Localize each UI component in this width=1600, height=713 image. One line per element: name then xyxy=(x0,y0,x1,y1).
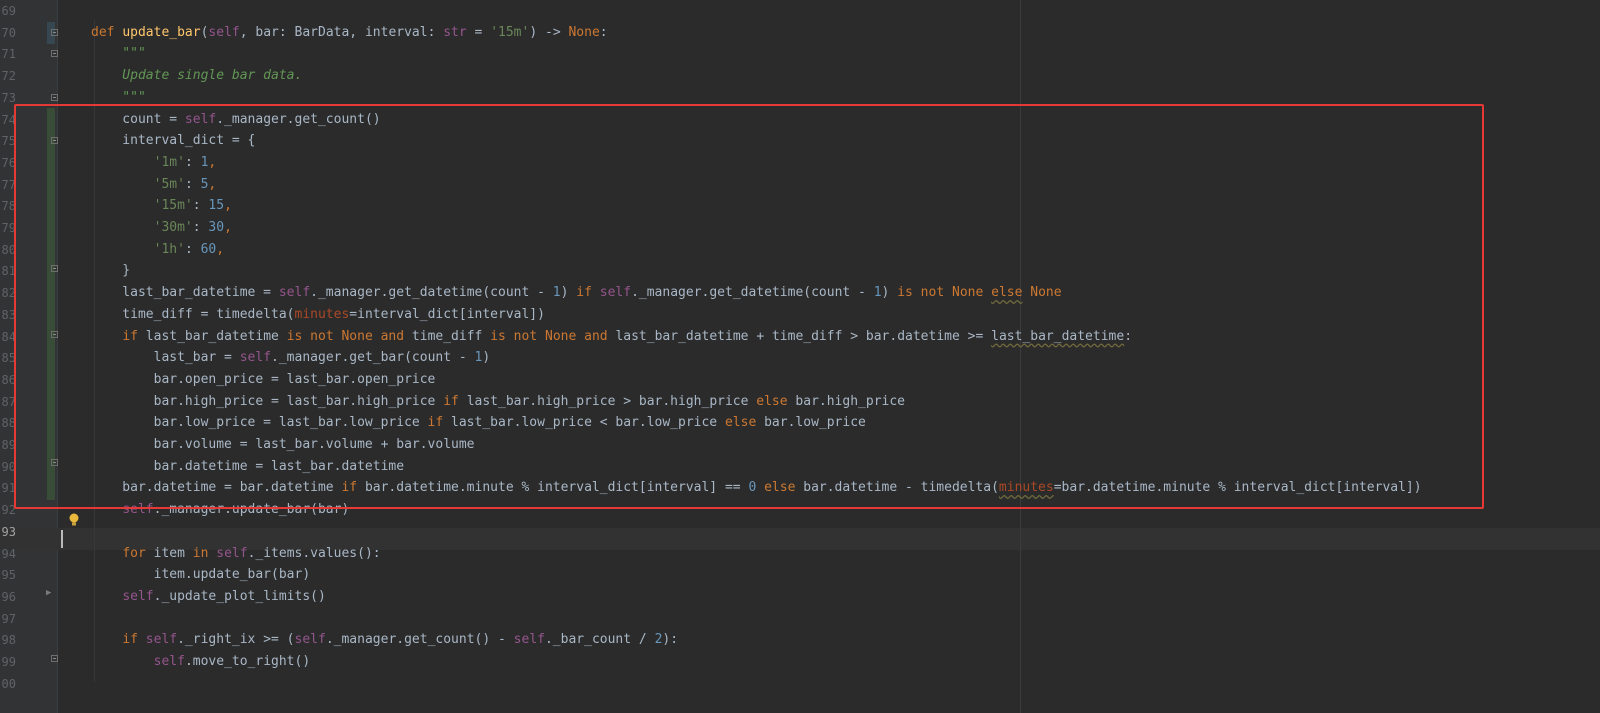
code-token: self xyxy=(216,545,248,561)
code-token: '15m' xyxy=(490,24,530,40)
code-token: """ xyxy=(91,46,146,62)
code-token: """ xyxy=(91,89,146,105)
intention-bulb-icon[interactable] xyxy=(68,513,80,527)
code-token: self xyxy=(294,632,326,648)
code-line[interactable]: Update single bar data. xyxy=(91,65,302,87)
code-line[interactable]: self.move_to_right() xyxy=(91,651,311,673)
fold-toggle-icon[interactable] xyxy=(51,94,58,101)
code-token: self xyxy=(145,632,178,648)
code-token: .move_to_right() xyxy=(184,654,311,669)
code-token: ._bar_count / xyxy=(544,632,655,648)
code-line[interactable]: def update_bar(self, bar: BarData, inter… xyxy=(91,22,608,44)
code-token: ): xyxy=(662,632,679,648)
code-token: ._update_plot_limits() xyxy=(153,588,326,604)
line-number: 96 xyxy=(1,589,16,604)
line-number: 93 xyxy=(1,524,16,539)
code-token: update_bar xyxy=(122,24,201,40)
line-number: 71 xyxy=(1,47,16,62)
code-editor[interactable]: 69 70 71 72 73 74 75 76 77 78 79 80 81 82 83 84 85 86 87 88… xyxy=(0,0,1600,713)
code-token: self xyxy=(153,654,185,669)
line-number: 70 xyxy=(1,25,16,40)
code-token: item xyxy=(153,545,193,561)
code-token: , bar: BarData, interval: xyxy=(239,24,444,40)
line-number: 99 xyxy=(1,655,16,669)
line-number: 69 xyxy=(1,4,16,18)
fold-arrow-icon[interactable]: ▶ xyxy=(46,588,51,598)
code-token: : xyxy=(599,24,608,40)
line-number: 98 xyxy=(1,633,16,648)
code-token: if xyxy=(122,632,146,648)
line-number: 95 xyxy=(1,568,16,583)
code-token: in xyxy=(192,545,217,561)
code-token: def xyxy=(91,24,123,40)
annotation-highlight-box xyxy=(14,104,1484,509)
code-token: item.update_bar(bar) xyxy=(91,567,311,583)
code-token: ._manager.get_count() - xyxy=(325,632,514,648)
code-token: self xyxy=(208,24,240,40)
code-token: ._right_ix >= ( xyxy=(177,632,295,648)
code-token: ) -> xyxy=(529,24,569,40)
code-token: None xyxy=(568,24,600,40)
fold-toggle-icon[interactable] xyxy=(51,50,58,57)
code-token: self xyxy=(513,632,545,648)
code-line[interactable]: for item in self._items.values(): xyxy=(91,543,381,565)
code-token: Update single bar data. xyxy=(91,68,303,84)
line-number: 94 xyxy=(1,546,16,561)
line-number: 72 xyxy=(1,69,16,84)
line-number: 00 xyxy=(1,676,16,691)
code-token: self xyxy=(122,588,154,604)
fold-toggle-icon[interactable] xyxy=(51,655,58,662)
fold-toggle-icon[interactable] xyxy=(51,29,58,36)
code-token: for xyxy=(122,545,154,561)
code-token: str xyxy=(443,24,467,40)
code-line[interactable]: item.update_bar(bar) xyxy=(91,564,311,586)
code-line[interactable]: self._update_plot_limits() xyxy=(91,586,326,608)
text-caret xyxy=(61,530,63,548)
code-line[interactable]: """ xyxy=(91,43,146,65)
code-line[interactable]: if self._right_ix >= (self._manager.get_… xyxy=(91,629,678,651)
line-number: 97 xyxy=(1,611,16,626)
code-token: ._items.values(): xyxy=(247,545,381,561)
code-token: = xyxy=(466,24,491,40)
